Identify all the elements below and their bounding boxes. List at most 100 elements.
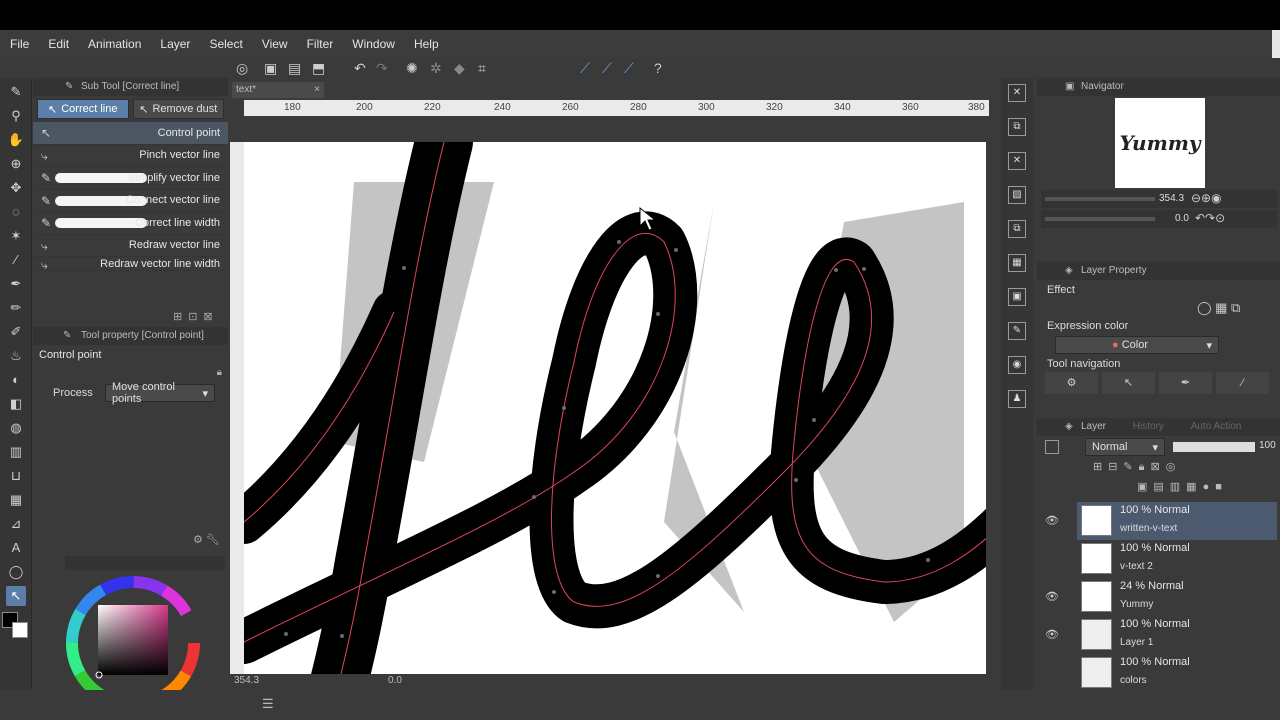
- layer-item[interactable]: 👁︎ 24 % Normal Yummy: [1045, 578, 1277, 616]
- eyedropper-icon[interactable]: ⁄: [6, 250, 26, 270]
- loading-icon[interactable]: ✺: [406, 60, 418, 77]
- menu-help[interactable]: Help: [414, 37, 439, 51]
- process-select[interactable]: Move control points ▾: [105, 381, 215, 405]
- angle-slider[interactable]: [1045, 217, 1155, 221]
- zoom-slider[interactable]: [1045, 197, 1155, 201]
- pencil-icon[interactable]: ✏: [6, 298, 26, 318]
- gradient-icon[interactable]: ▥: [6, 442, 26, 462]
- pen-icon[interactable]: ✎: [6, 82, 26, 102]
- close-icon[interactable]: ×: [314, 82, 320, 98]
- delete-icon[interactable]: ✕: [1008, 152, 1026, 170]
- blend-checkbox[interactable]: [1045, 440, 1059, 454]
- lock-icon[interactable]: 🔒︎: [217, 367, 222, 378]
- navigator-preview[interactable]: Yummy: [1115, 98, 1205, 188]
- nav-pointer-icon[interactable]: ↖: [1102, 372, 1155, 394]
- menu-file[interactable]: File: [10, 37, 29, 51]
- menu-filter[interactable]: Filter: [307, 37, 334, 51]
- figure-icon[interactable]: ⊔: [6, 466, 26, 486]
- frame-icon[interactable]: ▦: [6, 490, 26, 510]
- new-file-icon[interactable]: ▣: [264, 60, 277, 77]
- zoom-icon[interactable]: ⚲: [6, 106, 26, 126]
- subtool-item-redraw[interactable]: ⤷ Redraw vector line: [33, 235, 228, 257]
- drawing-canvas[interactable]: [244, 142, 986, 674]
- brush-icon[interactable]: ✐: [6, 322, 26, 342]
- blend-mode-select[interactable]: Normal ▾: [1085, 438, 1165, 456]
- menu-select[interactable]: Select: [209, 37, 242, 51]
- subtool-item-control-point[interactable]: ↖ Control point: [33, 122, 228, 145]
- effect-icons[interactable]: ◯ ▦ ⧉: [1197, 300, 1240, 316]
- rotate-controls-icon[interactable]: ↶↷⊙: [1195, 211, 1225, 225]
- zoom-controls-icon[interactable]: ⊖⊕◉: [1191, 191, 1222, 205]
- layer-icon[interactable]: ▧: [1008, 186, 1026, 204]
- layer-item[interactable]: 👁︎ 100 % Normal Layer 1: [1045, 616, 1277, 654]
- ruler-icon[interactable]: ⊿: [6, 514, 26, 534]
- tab-layer[interactable]: Layer: [1081, 421, 1106, 432]
- layer-item[interactable]: 👁︎ 100 % Normal written-v-text: [1045, 502, 1277, 540]
- spiral-icon[interactable]: ◎: [236, 60, 248, 77]
- layer-item[interactable]: 100 % Normal v-text 2: [1077, 540, 1277, 578]
- ruler-snap-icon[interactable]: ⟋: [602, 60, 612, 77]
- nav-brush-icon[interactable]: ⁄: [1216, 372, 1269, 394]
- layer-toolbar-icons[interactable]: ⊞⊟✎🔒︎⊠◎: [1093, 460, 1181, 474]
- duplicate-icon[interactable]: ⧉: [1008, 220, 1026, 238]
- nav-pen-icon[interactable]: ✒: [1159, 372, 1212, 394]
- copy-icon[interactable]: ⧉: [1008, 118, 1026, 136]
- layer-item[interactable]: 100 % Normal colors: [1077, 654, 1277, 692]
- crop-icon[interactable]: ⌗: [478, 60, 486, 77]
- text-icon[interactable]: A: [6, 538, 26, 558]
- toolprop-footer-icons[interactable]: ⚙ 🔧︎: [193, 533, 220, 546]
- opacity-slider[interactable]: [1173, 442, 1255, 452]
- tab-correct-line[interactable]: ↖ Correct line: [37, 99, 129, 119]
- menu-window[interactable]: Window: [352, 37, 395, 51]
- subtool-item-redraw-width[interactable]: ⤷ Redraw vector line width: [33, 257, 228, 271]
- menu-layer[interactable]: Layer: [160, 37, 190, 51]
- eye-icon[interactable]: 👁︎: [1045, 628, 1059, 641]
- eye-icon[interactable]: 👁︎: [1045, 590, 1059, 603]
- undo-icon[interactable]: ↶: [354, 60, 366, 77]
- list-icon[interactable]: ☰: [262, 696, 274, 712]
- sub-color-swatch[interactable]: [12, 622, 28, 638]
- grid-snap-icon[interactable]: ⟋: [624, 60, 634, 77]
- lasso-icon[interactable]: ◌: [6, 202, 26, 222]
- camera-icon[interactable]: ◉: [1008, 356, 1026, 374]
- menu-animation[interactable]: Animation: [88, 37, 141, 51]
- expression-color-select[interactable]: ● Color ▾: [1055, 336, 1219, 354]
- frame-icon[interactable]: ▣: [1008, 288, 1026, 306]
- menu-edit[interactable]: Edit: [48, 37, 69, 51]
- subtool-footer-icons[interactable]: ⊞⊡⊠: [173, 310, 219, 323]
- help-icon[interactable]: ?: [654, 60, 662, 76]
- zoom-tool-icon[interactable]: ⊕: [6, 154, 26, 174]
- edit-icon[interactable]: ✎: [1008, 322, 1026, 340]
- fill-bucket-icon[interactable]: ◍: [6, 418, 26, 438]
- subtool-item-simplify[interactable]: ✎ Simplify vector line: [33, 167, 228, 190]
- airbrush-icon[interactable]: ♨: [6, 346, 26, 366]
- tab-remove-dust[interactable]: ↖ Remove dust: [132, 99, 224, 119]
- pen-snap-icon[interactable]: ⟋: [580, 60, 590, 77]
- eraser-icon[interactable]: ◧: [6, 394, 26, 414]
- figure-icon[interactable]: ♟: [1008, 390, 1026, 408]
- save-icon[interactable]: ⬒: [312, 60, 325, 77]
- tab-auto-action[interactable]: Auto Action: [1191, 421, 1242, 432]
- move-icon[interactable]: ✥: [6, 178, 26, 198]
- menu-view[interactable]: View: [262, 37, 288, 51]
- balloon-icon[interactable]: ◯: [6, 562, 26, 582]
- grid-icon[interactable]: ▦: [1008, 254, 1026, 272]
- subtool-item-correct-width[interactable]: ✎ Correct line width: [33, 212, 228, 235]
- correct-line-icon[interactable]: ↖: [6, 586, 26, 606]
- blend-icon[interactable]: ◐: [6, 370, 26, 390]
- settings-icon[interactable]: ✲: [430, 60, 442, 77]
- fill-icon[interactable]: ◆: [454, 60, 465, 77]
- color-panel-tabs[interactable]: [65, 556, 225, 570]
- open-folder-icon[interactable]: ▤: [288, 60, 301, 77]
- pen-tool-icon[interactable]: ✒: [6, 274, 26, 294]
- redo-icon[interactable]: ↷: [376, 60, 388, 77]
- nav-settings-icon[interactable]: ⚙: [1045, 372, 1098, 394]
- document-tab[interactable]: text* ×: [232, 82, 324, 98]
- magic-wand-icon[interactable]: ✶: [6, 226, 26, 246]
- tab-history[interactable]: History: [1133, 421, 1164, 432]
- close-panel-icon[interactable]: ✕: [1008, 84, 1026, 102]
- eye-icon[interactable]: 👁︎: [1045, 514, 1059, 527]
- subtool-item-connect[interactable]: ✎ Connect vector line: [33, 190, 228, 212]
- layer-toolbar-icons-2[interactable]: ▣▤▥▦●■: [1137, 480, 1228, 493]
- subtool-item-pinch[interactable]: ⤷ Pinch vector line: [33, 145, 228, 167]
